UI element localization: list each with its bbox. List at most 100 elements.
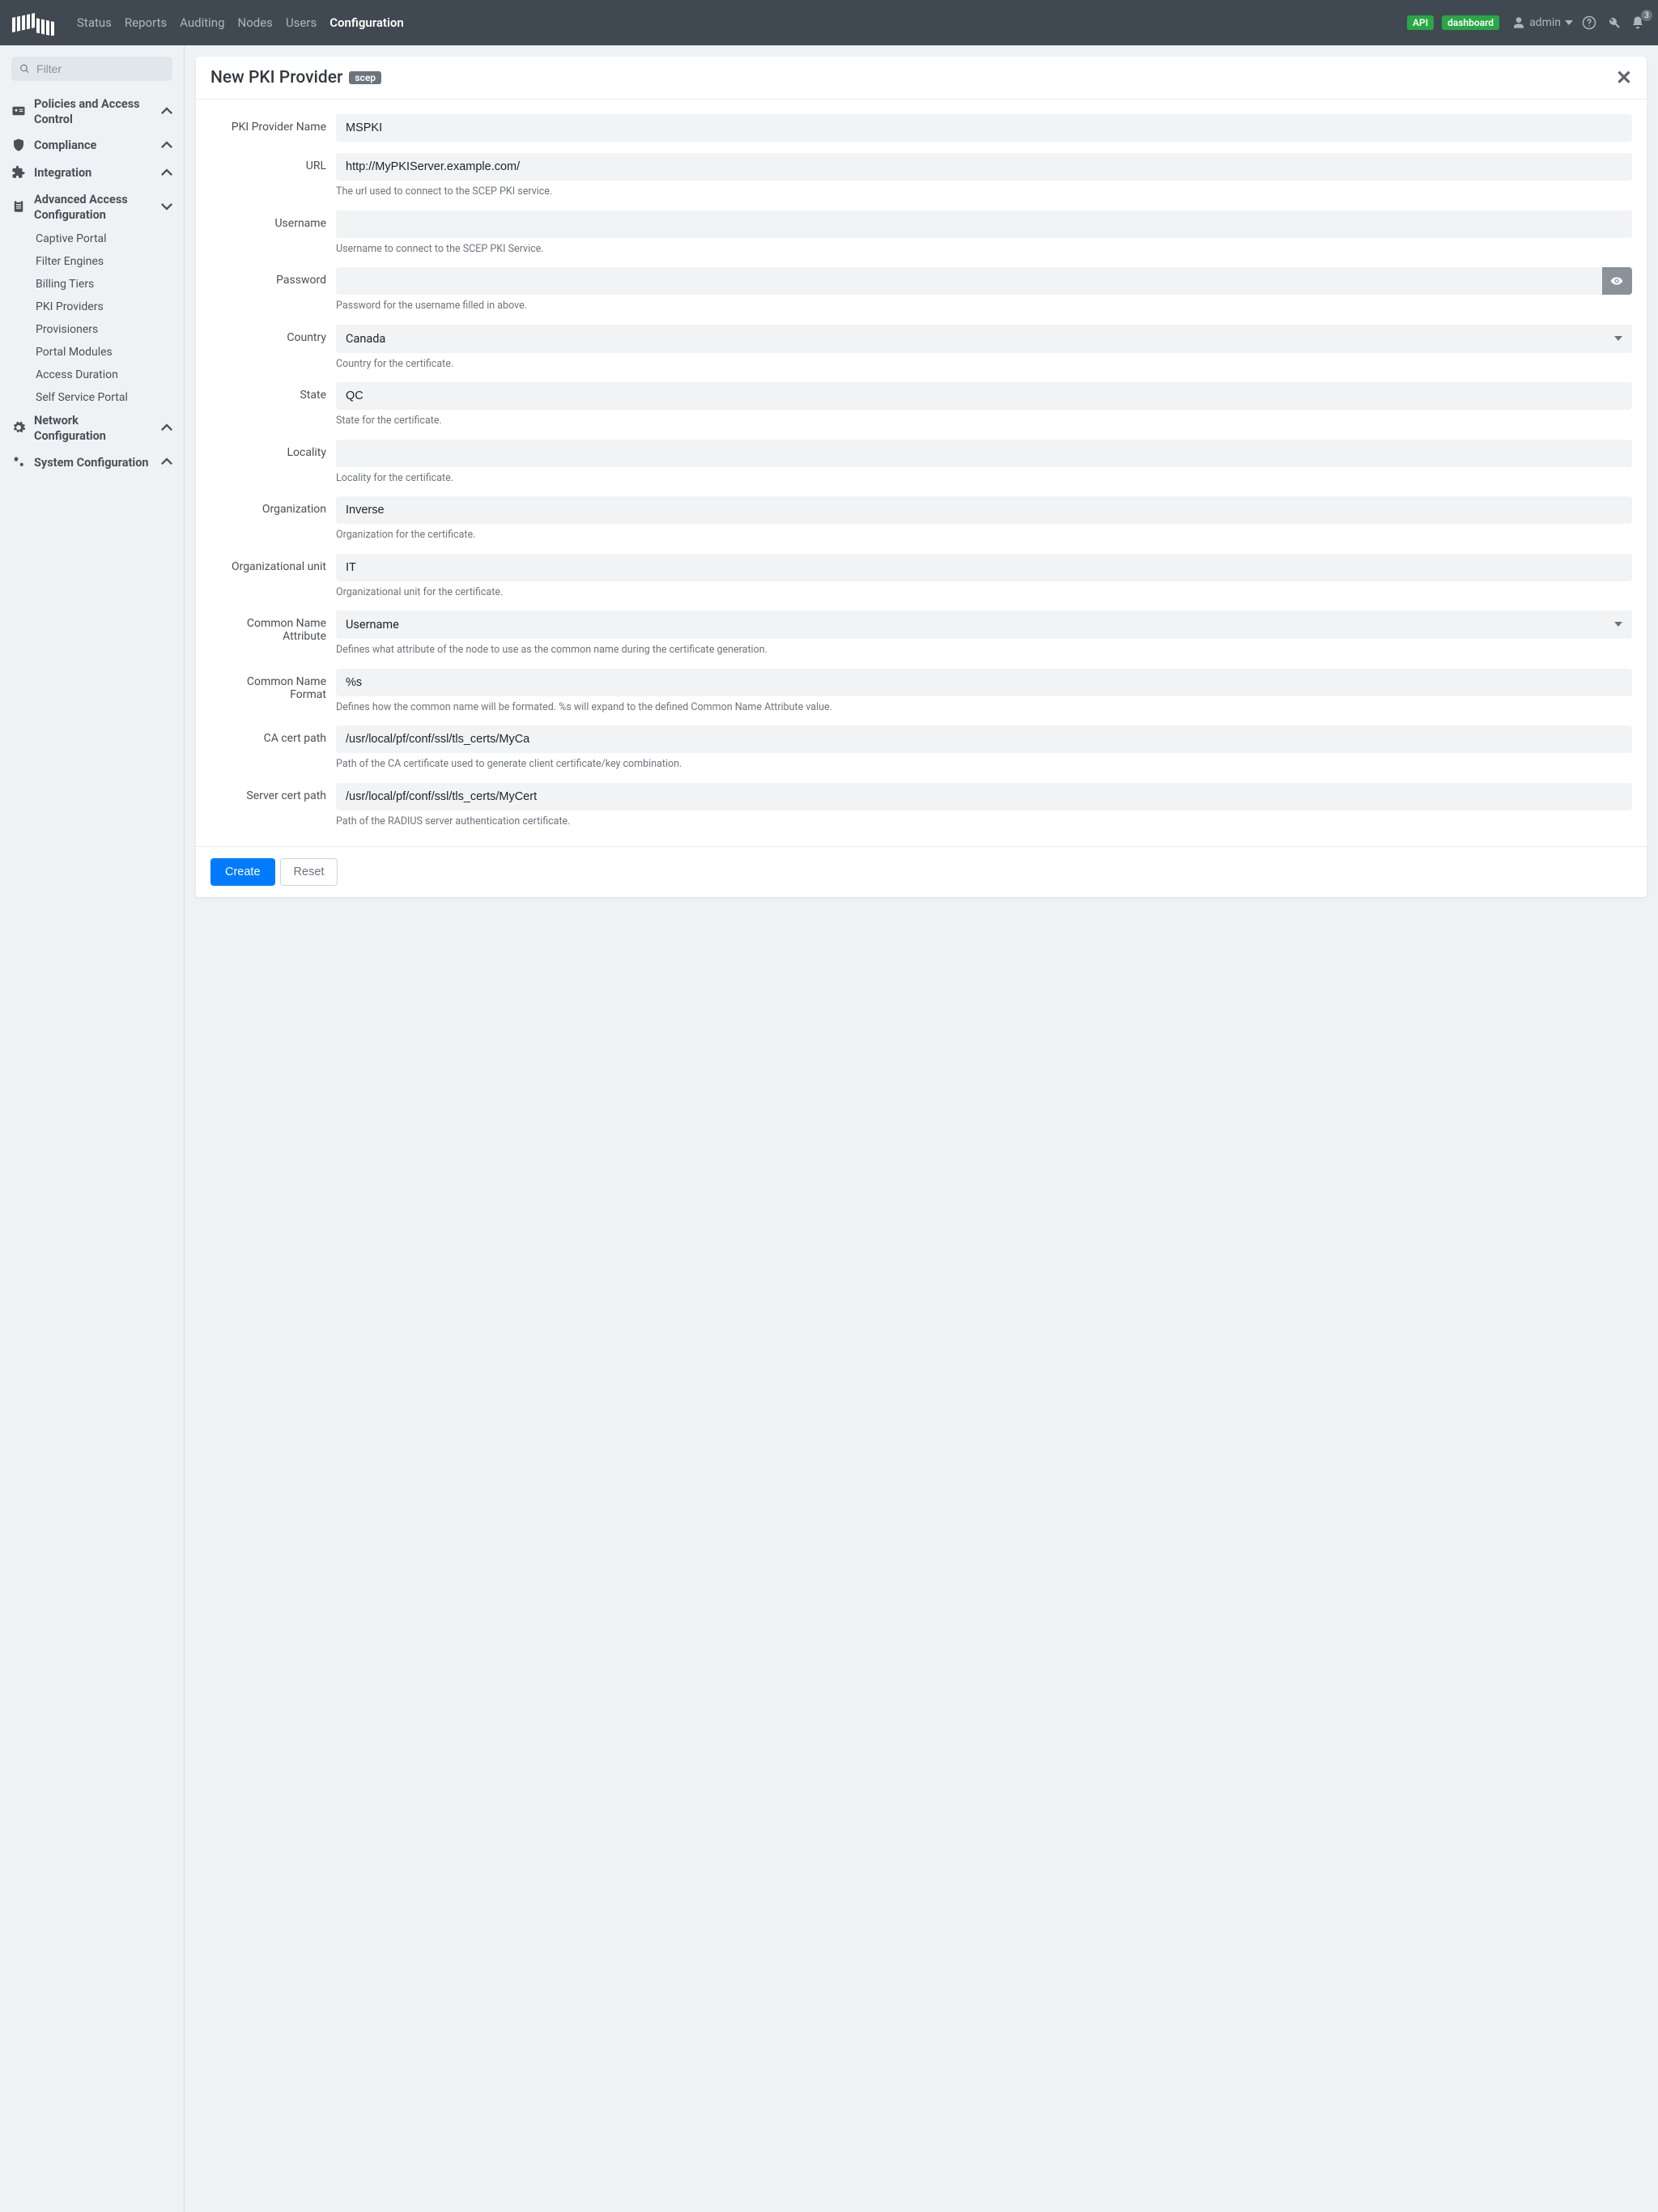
sub-portal-modules[interactable]: Portal Modules xyxy=(36,341,172,364)
create-button[interactable]: Create xyxy=(210,858,275,886)
label-org-unit: Organizational unit xyxy=(210,554,336,573)
label-provider-name: PKI Provider Name xyxy=(210,114,336,134)
nav-users[interactable]: Users xyxy=(279,9,323,36)
sub-filter-engines[interactable]: Filter Engines xyxy=(36,250,172,273)
nav-auditing[interactable]: Auditing xyxy=(173,9,231,36)
gear-icon xyxy=(11,420,26,438)
label-username: Username xyxy=(210,211,336,230)
user-icon xyxy=(1512,16,1525,29)
sidebar-section-network[interactable]: Network Configuration xyxy=(11,409,172,449)
label-server-cert: Server cert path xyxy=(210,783,336,802)
clipboard-icon xyxy=(11,199,26,217)
help-locality: Locality for the certificate. xyxy=(336,471,1632,486)
tools-icon[interactable] xyxy=(1605,15,1622,31)
user-name: admin xyxy=(1529,16,1561,29)
input-password[interactable] xyxy=(336,267,1602,295)
caret-down-icon xyxy=(1614,618,1622,632)
chevron-down-icon xyxy=(161,201,172,215)
input-cn-fmt[interactable] xyxy=(336,669,1632,696)
sub-self-service[interactable]: Self Service Portal xyxy=(36,386,172,409)
nav-status[interactable]: Status xyxy=(70,9,118,36)
card-footer: Create Reset xyxy=(196,846,1647,897)
gears-icon xyxy=(11,454,26,472)
close-icon[interactable]: ✕ xyxy=(1616,68,1632,87)
sidebar-section-compliance[interactable]: Compliance xyxy=(11,133,172,160)
help-password: Password for the username filled in abov… xyxy=(336,299,1632,313)
select-cn-attr-value: Username xyxy=(346,618,399,632)
reset-button[interactable]: Reset xyxy=(280,858,338,886)
label-cn-fmt: Common Name Format xyxy=(210,669,336,701)
help-cn-fmt: Defines how the common name will be form… xyxy=(336,700,1632,715)
shield-icon xyxy=(11,138,26,155)
help-icon[interactable] xyxy=(1581,15,1597,31)
label-url: URL xyxy=(210,153,336,172)
puzzle-icon xyxy=(11,165,26,183)
sub-pki-providers[interactable]: PKI Providers xyxy=(36,296,172,318)
sub-billing-tiers[interactable]: Billing Tiers xyxy=(36,273,172,296)
input-provider-name[interactable] xyxy=(336,114,1632,142)
scep-tag: scep xyxy=(349,71,381,84)
select-country-value: Canada xyxy=(346,332,385,346)
help-server-cert: Path of the RADIUS server authentication… xyxy=(336,815,1632,829)
label-cn-attr: Common Name Attribute xyxy=(210,610,336,643)
top-navbar: Status Reports Auditing Nodes Users Conf… xyxy=(0,0,1658,45)
input-organization[interactable] xyxy=(336,496,1632,524)
help-state: State for the certificate. xyxy=(336,414,1632,428)
label-password: Password xyxy=(210,267,336,287)
help-organization: Organization for the certificate. xyxy=(336,528,1632,542)
sub-access-duration[interactable]: Access Duration xyxy=(36,364,172,386)
main-content: New PKI Provider scep ✕ PKI Provider Nam… xyxy=(185,45,1658,2212)
filter-input[interactable] xyxy=(30,62,164,75)
sidebar-label: Integration xyxy=(34,166,153,181)
sidebar-label: Policies and Access Control xyxy=(34,97,153,128)
chevron-up-icon xyxy=(161,105,172,120)
sidebar-section-system[interactable]: System Configuration xyxy=(11,449,172,477)
filter-box[interactable] xyxy=(11,57,172,81)
brand-logo[interactable] xyxy=(12,10,56,36)
label-ca-cert: CA cert path xyxy=(210,725,336,745)
nav-configuration[interactable]: Configuration xyxy=(323,9,410,36)
notifications-icon[interactable]: 3 xyxy=(1630,15,1646,31)
input-org-unit[interactable] xyxy=(336,554,1632,581)
api-badge[interactable]: API xyxy=(1407,15,1434,30)
sidebar-section-integration[interactable]: Integration xyxy=(11,160,172,188)
caret-down-icon xyxy=(1614,332,1622,346)
card-body: PKI Provider Name URL The url used to co… xyxy=(196,100,1647,846)
card-title: New PKI Provider xyxy=(210,68,342,87)
label-country: Country xyxy=(210,325,336,344)
navbar-right: API dashboard admin 3 xyxy=(1407,15,1646,31)
help-username: Username to connect to the SCEP PKI Serv… xyxy=(336,242,1632,257)
sub-provisioners[interactable]: Provisioners xyxy=(36,318,172,341)
toggle-password-icon[interactable] xyxy=(1602,267,1632,295)
dashboard-badge[interactable]: dashboard xyxy=(1442,15,1499,30)
select-cn-attr[interactable]: Username xyxy=(336,610,1632,639)
caret-down-icon xyxy=(1565,19,1573,27)
input-locality[interactable] xyxy=(336,440,1632,467)
input-state[interactable] xyxy=(336,382,1632,410)
user-menu[interactable]: admin xyxy=(1512,16,1573,29)
id-card-icon xyxy=(11,104,26,121)
help-cn-attr: Defines what attribute of the node to us… xyxy=(336,643,1632,657)
select-country[interactable]: Canada xyxy=(336,325,1632,353)
sidebar-section-advanced[interactable]: Advanced Access Configuration xyxy=(11,188,172,228)
label-locality: Locality xyxy=(210,440,336,459)
sidebar-section-policies[interactable]: Policies and Access Control xyxy=(11,92,172,133)
input-server-cert[interactable] xyxy=(336,783,1632,810)
card-header: New PKI Provider scep ✕ xyxy=(196,57,1647,100)
input-username[interactable] xyxy=(336,211,1632,238)
help-org-unit: Organizational unit for the certificate. xyxy=(336,585,1632,600)
help-country: Country for the certificate. xyxy=(336,357,1632,372)
label-state: State xyxy=(210,382,336,402)
nav-nodes[interactable]: Nodes xyxy=(232,9,279,36)
label-organization: Organization xyxy=(210,496,336,516)
help-url: The url used to connect to the SCEP PKI … xyxy=(336,185,1632,199)
sub-captive-portal[interactable]: Captive Portal xyxy=(36,228,172,250)
nav-links: Status Reports Auditing Nodes Users Conf… xyxy=(70,9,1407,36)
input-url[interactable] xyxy=(336,153,1632,181)
sidebar-label: System Configuration xyxy=(34,456,153,471)
input-ca-cert[interactable] xyxy=(336,725,1632,753)
search-icon xyxy=(19,63,30,74)
sidebar-sub-advanced: Captive Portal Filter Engines Billing Ti… xyxy=(11,228,172,409)
chevron-up-icon xyxy=(161,139,172,154)
nav-reports[interactable]: Reports xyxy=(118,9,173,36)
